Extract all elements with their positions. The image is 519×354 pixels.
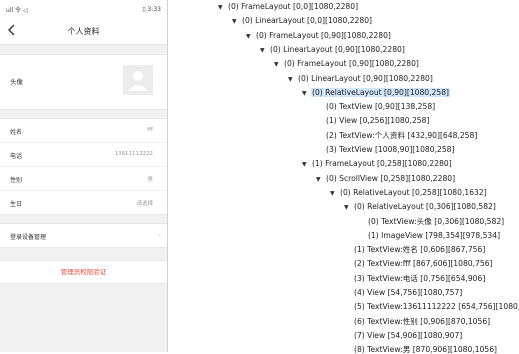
expand-toggle-icon[interactable]: ▼ <box>302 158 311 172</box>
phone-row[interactable]: 电话 13611112222 <box>0 143 167 167</box>
tree-node-label: (2) TextView:个人资料 [432,90][648,258] <box>326 130 478 140</box>
name-label: 姓名 <box>10 129 23 136</box>
status-left: ull 令 ◁ <box>6 6 28 14</box>
back-arrow-icon[interactable] <box>7 24 17 36</box>
tree-node[interactable]: (4) View [54,756][1080,757] <box>344 286 463 300</box>
expand-toggle-icon[interactable]: ▼ <box>344 201 353 215</box>
tree-node-label: (0) RelativeLayout [0,258][1080,1632] <box>340 187 487 197</box>
name-value: fff <box>147 127 153 133</box>
tree-node-label: (0) FrameLayout [0,0][1080,2280] <box>228 2 359 11</box>
tree-node-label: (3) TextView [1008,90][1080,258] <box>326 145 455 154</box>
tree-node-label: (3) TextView:电话 [0,756][654,906] <box>354 273 486 283</box>
tree-node[interactable]: (1) TextView:姓名 [0,606][867,756] <box>344 243 486 257</box>
tree-node[interactable]: (2) TextView:fff [867,606][1080,756] <box>344 257 494 271</box>
phone-value: 13611112222 <box>114 151 154 157</box>
tree-node[interactable]: ▼ (0) LinearLayout [0,0][1080,2280] <box>232 14 373 28</box>
tree-node[interactable]: ▼ (0) FrameLayout [0,0][1080,2280] <box>218 0 359 14</box>
expand-toggle-icon[interactable]: ▼ <box>274 58 283 72</box>
view-hierarchy-tree: ▼ (0) FrameLayout [0,0][1080,2280] ▼ (0) Li… <box>216 0 519 354</box>
expand-toggle-icon[interactable]: ▼ <box>232 15 241 29</box>
tree-node-label: (2) TextView:fff [867,606][1080,756] <box>354 259 493 269</box>
expand-toggle-icon[interactable]: ▼ <box>260 44 269 58</box>
tree-node[interactable]: ▼ (0) ScrollView [0,258][1080,2280] <box>316 172 456 186</box>
tree-node-label: (0) TextView [0,90][138,258] <box>326 102 436 112</box>
birthday-row[interactable]: 生日 请选择 <box>0 191 167 214</box>
tree-node[interactable]: ▼ (0) FrameLayout [0,90][1080,2280] <box>274 57 420 71</box>
tree-node-label: (1) ImageView [798,354][978,534] <box>368 230 501 240</box>
status-bar: ull 令 ◁ ▯ 3:33 <box>0 0 167 18</box>
status-right: ▯ 3:33 <box>142 5 161 13</box>
avatar-placeholder-icon[interactable] <box>123 65 153 95</box>
gender-row[interactable]: 性别 男 <box>0 167 167 191</box>
title-bar: 个人资料 <box>0 18 167 45</box>
expand-toggle-icon[interactable]: ▼ <box>288 73 297 87</box>
device-management-label: 登录设备管理 <box>10 234 47 241</box>
expand-toggle-icon[interactable]: ▼ <box>218 1 227 15</box>
tree-node[interactable]: ▼ (0) RelativeLayout [0,90][1080,258] <box>302 86 451 101</box>
tree-node[interactable]: (3) TextView:电话 [0,756][654,906] <box>344 272 486 286</box>
tree-node-label: (0) RelativeLayout [0,90][1080,258] <box>311 87 451 97</box>
birthday-label: 生日 <box>10 201 23 208</box>
profile-fields: 姓名 fff 电话 13611112222 性别 男 生日 请选择 <box>0 118 167 215</box>
phone-screenshot: ull 令 ◁ ▯ 3:33 个人资料 头像 姓名 fff 电话 1361111… <box>0 0 168 352</box>
tree-node[interactable]: (1) View [0,256][1080,258] <box>316 114 430 128</box>
expand-toggle-icon[interactable]: ▼ <box>330 187 339 201</box>
phone-label: 电话 <box>10 153 23 160</box>
tree-node-label: (0) FrameLayout [0,90][1080,2280] <box>256 30 391 40</box>
tree-node[interactable]: (2) TextView:个人资料 [432,90][648,258] <box>316 129 478 143</box>
tree-node[interactable]: ▼ (0) FrameLayout [0,90][1080,2280] <box>246 29 392 43</box>
tree-node[interactable]: ▼ (0) RelativeLayout [0,258][1080,1632] <box>330 186 488 200</box>
expand-toggle-icon[interactable]: ▼ <box>316 173 325 187</box>
device-management-row[interactable]: 登录设备管理 › <box>0 223 167 248</box>
page-title: 个人资料 <box>67 26 100 36</box>
tree-node[interactable]: (8) TextView:男 [870,906][1080,1056] <box>344 343 498 354</box>
tree-node[interactable]: ▼ (0) LinearLayout [0,90][1080,2280] <box>288 72 434 86</box>
admin-verify-button[interactable]: 管理员权限验证 <box>0 260 167 284</box>
tree-node[interactable]: (1) ImageView [798,354][978,534] <box>358 229 501 243</box>
tree-node-label: (1) View [0,256][1080,258] <box>326 116 430 126</box>
tree-node-label: (7) View [54,906][1080,907] <box>354 330 463 340</box>
tree-node[interactable]: ▼ (0) LinearLayout [0,90][1080,2280] <box>260 43 406 57</box>
tree-node[interactable]: (6) TextView:性别 [0,906][870,1056] <box>344 315 491 329</box>
tree-node[interactable]: (3) TextView [1008,90][1080,258] <box>316 143 455 157</box>
tree-node-label: (0) ScrollView [0,258][1080,2280] <box>326 173 456 183</box>
tree-node-label: (0) TextView:头像 [0,306][1080,582] <box>368 216 505 226</box>
avatar-label: 头像 <box>10 78 23 86</box>
tree-node[interactable]: (5) TextView:13611112222 [654,756][1080,… <box>344 300 519 314</box>
chevron-right-icon: › <box>158 232 161 239</box>
expand-toggle-icon[interactable]: ▼ <box>246 30 255 44</box>
tree-node-label: (0) LinearLayout [0,0][1080,2280] <box>242 16 372 26</box>
tree-node-label: (0) LinearLayout [0,90][1080,2280] <box>298 73 433 83</box>
tree-node[interactable]: ▼ (1) FrameLayout [0,258][1080,2280] <box>302 157 453 171</box>
expand-toggle-icon[interactable]: ▼ <box>302 87 311 101</box>
tree-node-label: (6) TextView:性别 [0,906][870,1056] <box>354 316 491 326</box>
tree-node[interactable]: (0) TextView [0,90][138,258] <box>316 100 436 114</box>
avatar-row[interactable]: 头像 <box>0 54 167 110</box>
gender-label: 性别 <box>10 177 23 184</box>
tree-node[interactable]: (0) TextView:头像 [0,306][1080,582] <box>358 215 505 229</box>
tree-node-label: (4) View [54,756][1080,757] <box>354 288 463 297</box>
tree-node-label: (0) FrameLayout [0,90][1080,2280] <box>284 59 419 69</box>
tree-node-label: (8) TextView:男 [870,906][1080,1056] <box>354 345 498 354</box>
tree-node[interactable]: (7) View [54,906][1080,907] <box>344 329 463 343</box>
tree-node-label: (0) RelativeLayout [0,306][1080,582] <box>354 202 496 212</box>
tree-node-label: (1) FrameLayout [0,258][1080,2280] <box>312 159 452 169</box>
tree-node-label: (0) LinearLayout [0,90][1080,2280] <box>270 44 405 54</box>
tree-node-label: (5) TextView:13611112222 [654,756][1080,… <box>354 302 519 312</box>
tree-node[interactable]: ▼ (0) RelativeLayout [0,306][1080,582] <box>344 200 497 214</box>
birthday-value: 请选择 <box>136 201 153 207</box>
gender-value: 男 <box>147 177 153 183</box>
name-row[interactable]: 姓名 fff <box>0 119 167 143</box>
tree-node-label: (1) TextView:姓名 [0,606][867,756] <box>354 245 486 255</box>
